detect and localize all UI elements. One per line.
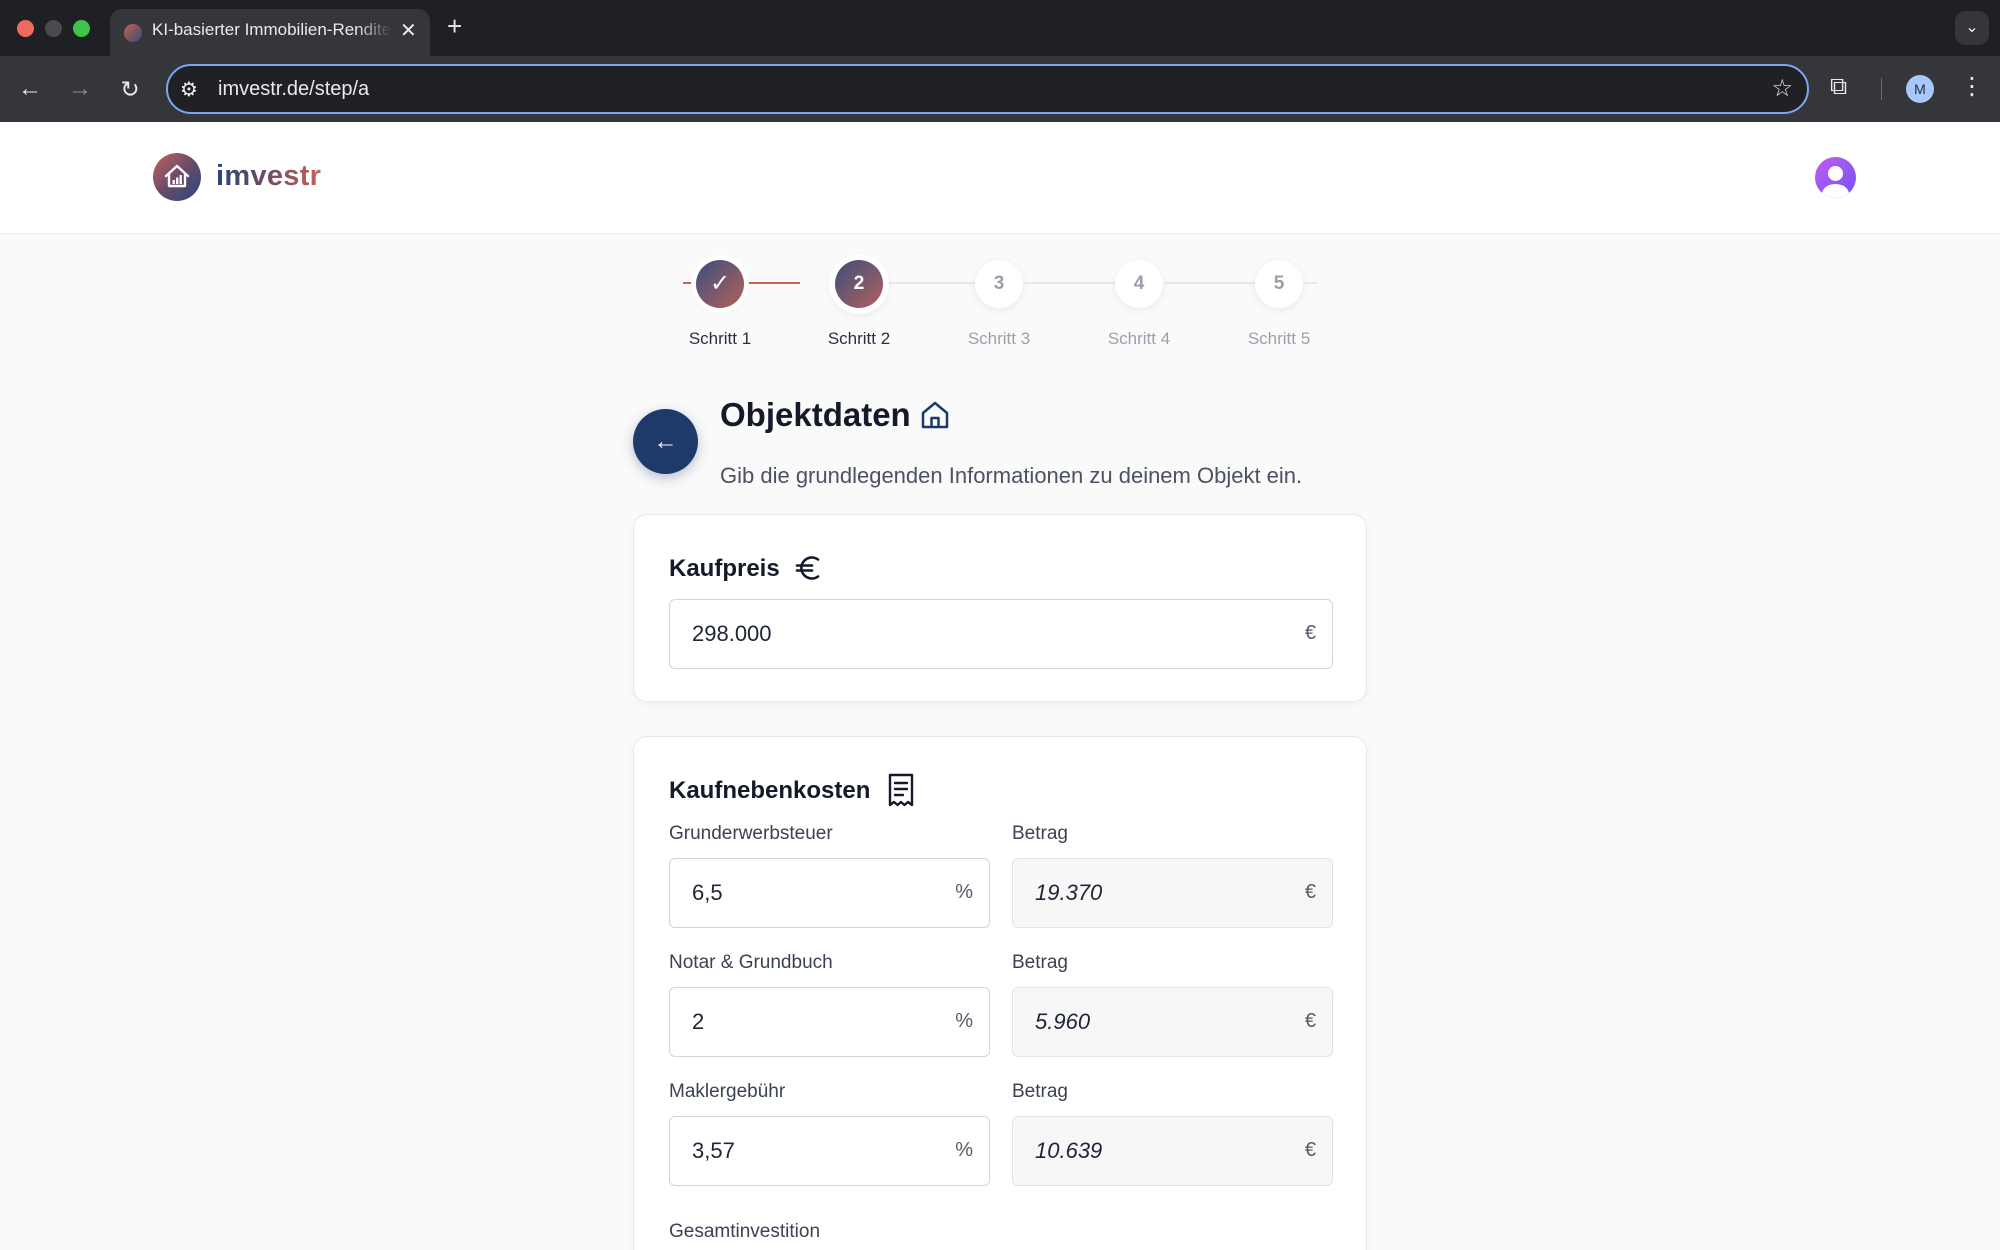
step-4-label: Schritt 4 [1107,329,1171,348]
brand-name[interactable]: imvestr [216,160,321,193]
stepper-connector [1165,282,1255,284]
grunderwerbsteuer-amount-field: 19.370 € [1012,858,1333,928]
arrow-left-icon: ← [653,428,678,455]
tab-search-chevron-icon[interactable]: ⌄ [1955,11,1989,45]
browser-tab[interactable]: KI-basierter Immobilien-Rendite ✕ [110,9,430,56]
euro-unit: € [1304,1010,1316,1032]
window-minimize-button[interactable] [45,20,62,37]
page-title: Objektdaten [720,396,911,433]
step-4-indicator[interactable]: 4 [1115,260,1163,308]
notar-grundbuch-amount-field: 5.960 € [1012,987,1333,1057]
address-bar[interactable]: ⚙ imvestr.de/step/a ☆ [166,64,1809,114]
window-close-button[interactable] [17,20,34,37]
euro-icon [794,553,824,588]
step-3-indicator[interactable]: 3 [975,260,1023,308]
makler-amount-value: 10.639 [1035,1138,1103,1163]
reload-icon[interactable]: ↻ [115,74,145,104]
step-2-indicator[interactable]: 2 [835,260,883,308]
back-button[interactable]: ← [633,409,698,474]
notar-amount-value: 5.960 [1035,1009,1091,1034]
kaufnebenkosten-card: Kaufnebenkosten Grunderwerbsteuer Betrag… [633,736,1367,1250]
user-avatar[interactable] [1815,157,1856,198]
progress-stepper: ✓ 2 3 4 5 Schritt 1 Schritt 2 Schritt 3 … [0,234,2000,364]
grunderwerbsteuer-label: Grunderwerbsteuer [669,823,833,844]
address-url[interactable]: imvestr.de/step/a [218,78,369,101]
home-icon [919,399,951,436]
stepper-connector [1305,282,1317,284]
window-maximize-button[interactable] [73,20,90,37]
browser-menu-kebab-icon[interactable]: ⋮ [1960,72,1984,101]
back-arrow-icon[interactable]: ← [15,74,45,104]
brand-logo-icon[interactable] [153,153,201,201]
stepper-connector [885,282,975,284]
kaufpreis-input[interactable]: 298.000 € [669,599,1333,669]
bookmark-star-icon[interactable]: ☆ [1771,74,1793,103]
stepper-connector [1025,282,1115,284]
makler-percent-value: 3,57 [692,1138,735,1163]
app-header: imvestr [0,122,2000,234]
grunderwerbsteuer-amount-label: Betrag [1012,823,1068,844]
grunderwerbsteuer-percent-value: 6,5 [692,880,723,905]
grunderwerbsteuer-amount-value: 19.370 [1035,880,1103,905]
step-1-check-icon[interactable]: ✓ [696,260,744,308]
euro-unit: € [1304,881,1316,903]
favicon-icon [124,24,142,42]
kaufpreis-title: Kaufpreis [669,555,780,582]
browser-toolbar: ← → ↻ ⚙ imvestr.de/step/a ☆ ⧉ M ⋮ [0,56,2000,122]
browser-profile-avatar[interactable]: M [1906,75,1934,103]
tab-close-icon[interactable]: ✕ [400,18,417,43]
maklergebuehr-label: Maklergebühr [669,1081,786,1102]
extensions-puzzle-icon[interactable]: ⧉ [1830,73,1847,101]
browser-tabbar: KI-basierter Immobilien-Rendite ✕ + ⌄ [0,0,2000,56]
forward-arrow-icon[interactable]: → [65,74,95,104]
maklergebuehr-amount-field: 10.639 € [1012,1116,1333,1186]
receipt-icon [887,773,915,812]
euro-unit: € [1304,1139,1316,1161]
step-5-indicator[interactable]: 5 [1255,260,1303,308]
step-1-label: Schritt 1 [688,329,752,348]
toolbar-divider [1881,78,1882,100]
kaufpreis-unit: € [1304,622,1316,644]
notar-grundbuch-label: Notar & Grundbuch [669,952,833,973]
stepper-connector [744,282,800,284]
grunderwerbsteuer-percent-input[interactable]: 6,5 % [669,858,990,928]
percent-unit: % [955,1010,973,1032]
kaufpreis-card: Kaufpreis 298.000 € [633,514,1367,702]
step-3-label: Schritt 3 [967,329,1031,348]
percent-unit: % [955,881,973,903]
stepper-connector [683,282,691,284]
makler-amount-label: Betrag [1012,1081,1068,1102]
notar-percent-value: 2 [692,1009,705,1034]
kaufpreis-value: 298.000 [692,621,772,646]
step-2-label: Schritt 2 [827,329,891,348]
kaufnebenkosten-title: Kaufnebenkosten [669,777,871,804]
notar-amount-label: Betrag [1012,952,1068,973]
page-subtitle: Gib die grundlegenden Informationen zu d… [720,463,1303,488]
notar-grundbuch-percent-input[interactable]: 2 % [669,987,990,1057]
tab-title: KI-basierter Immobilien-Rendite [152,20,392,39]
site-settings-icon[interactable]: ⚙ [180,77,198,102]
gesamtinvestition-label: Gesamtinvestition [669,1221,821,1242]
step-5-label: Schritt 5 [1247,329,1311,348]
new-tab-icon[interactable]: + [447,11,462,42]
percent-unit: % [955,1139,973,1161]
maklergebuehr-percent-input[interactable]: 3,57 % [669,1116,990,1186]
